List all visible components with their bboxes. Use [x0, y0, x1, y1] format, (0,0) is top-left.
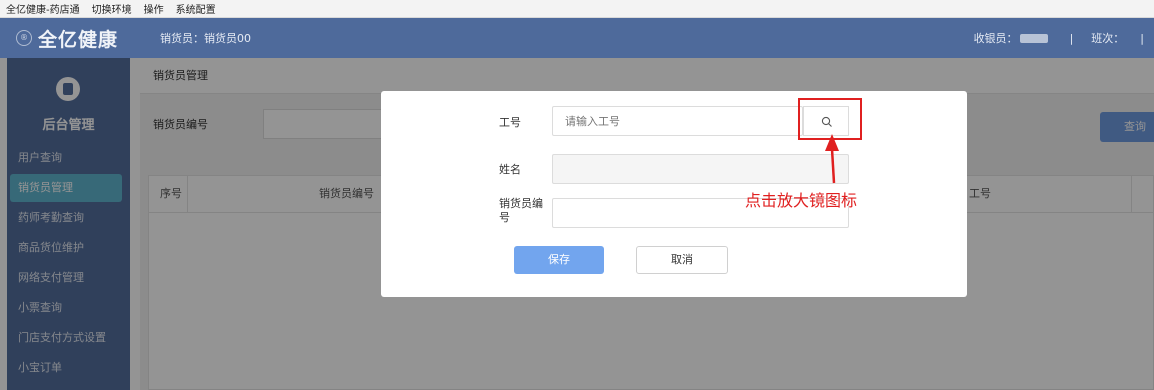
menu-app-title[interactable]: 全亿健康-药店通 [0, 1, 86, 16]
header-separator: | [1069, 31, 1074, 45]
header-end-separator: | [1140, 31, 1144, 45]
current-salesman: 销货员：销货员00 [160, 32, 251, 45]
app-menubar: 全亿健康-药店通 切换环境 操作 系统配置 [0, 0, 1154, 18]
cashier-name-redacted [1019, 33, 1048, 43]
menu-system-config[interactable]: 系统配置 [170, 1, 222, 16]
cashier-label: 收银员： [973, 32, 1018, 45]
brand: ® 全亿健康 [0, 25, 144, 52]
app-header: ® 全亿健康 销货员：销货员00 收银员： | 班次： | [0, 18, 1154, 58]
menu-switch-env[interactable]: 切换环境 [86, 1, 138, 16]
header-user-info: 收银员： | 班次： | [974, 18, 1144, 58]
menu-operations[interactable]: 操作 [138, 1, 170, 16]
shift-label: 班次： [1091, 32, 1125, 45]
annotation-text: 点击放大镜图标 [745, 191, 858, 210]
annotation-arrow-icon [825, 134, 839, 184]
add-salesman-dialog: 工号 姓名 销货员编号 保存 取消 点击放大镜图标 [381, 91, 967, 297]
brand-name: 全亿健康 [38, 28, 119, 51]
brand-logo-icon: ® [16, 30, 32, 46]
